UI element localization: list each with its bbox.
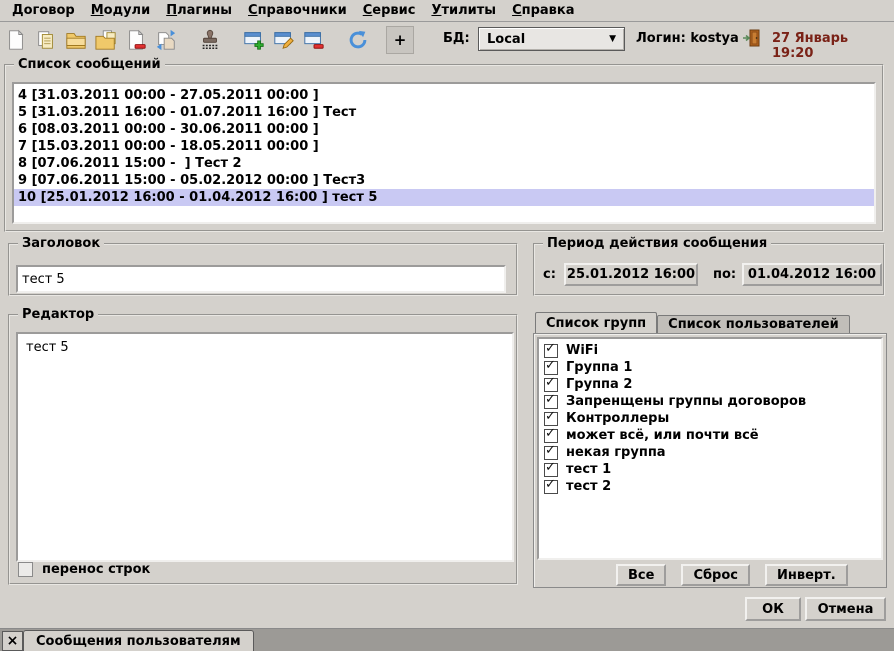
message-list-item[interactable]: 7 [15.03.2011 00:00 - 18.05.2011 00:00 ] [14,138,874,155]
wrap-checkbox[interactable] [18,562,33,577]
panel-button[interactable]: Инверт. [765,564,848,586]
login-label: Логин: kostya [636,31,739,46]
toolbar: + БД: Local ▼ Логин: kostya 27 Январь 19… [0,22,894,55]
message-list-item[interactable]: 6 [08.03.2011 00:00 - 30.06.2011 00:00 ] [14,121,874,138]
remove-window-icon[interactable] [302,28,326,52]
stamp-icon[interactable] [198,28,222,52]
checkbox[interactable] [544,344,558,358]
checkbox[interactable] [544,463,558,477]
menu-bar: Договор Модули Плагины Справочники Серви… [0,0,894,22]
group-list-item[interactable]: некая группа [539,444,881,461]
checkbox[interactable] [544,412,558,426]
checkbox[interactable] [544,480,558,494]
message-list-item[interactable]: 8 [07.06.2011 15:00 - ] Тест 2 [14,155,874,172]
menu-item[interactable]: Справочники [240,2,355,19]
edit-window-icon[interactable] [272,28,296,52]
group-list-item[interactable]: WiFi [539,342,881,359]
checkbox[interactable] [544,429,558,443]
db-selected-value: Local [487,32,525,47]
panel-tab[interactable]: Список групп [535,312,657,333]
groups-users-panel: Список групп Список пользователей WiFi Г… [533,312,887,588]
menu-item[interactable]: Модули [83,2,158,19]
checkbox-label: может всё, или почти всё [566,428,759,443]
db-select[interactable]: Local ▼ [478,27,625,51]
panel-tabs: Список групп Список пользователей [535,312,850,333]
panel-tab[interactable]: Список пользователей [657,315,850,333]
cancel-button[interactable]: Отмена [805,597,886,621]
replace-document-icon[interactable] [154,28,178,52]
checkbox-label: Запренщены группы договоров [566,394,806,409]
editor-textarea[interactable]: тест 5 [16,332,514,562]
chevron-down-icon: ▼ [609,34,616,44]
period-groupbox: Период действия сообщения с: 25.01.2012 … [533,243,885,296]
panel-buttons: Все Сброс Инверт. [616,564,848,586]
checkbox-label: Группа 1 [566,360,632,375]
group-list-item[interactable]: тест 1 [539,461,881,478]
checkbox[interactable] [544,361,558,375]
checkbox-label: тест 2 [566,479,611,494]
message-list-item[interactable]: 10 [25.01.2012 16:00 - 01.04.2012 16:00 … [14,189,874,206]
datetime-label: 27 Январь 19:20 [772,31,894,61]
checkbox[interactable] [544,446,558,460]
menu-item[interactable]: Справка [504,2,582,19]
bottom-tab-messages[interactable]: Сообщения пользователям [23,630,254,651]
messages-group-title: Список сообщений [14,57,165,72]
delete-document-icon[interactable] [124,28,148,52]
group-list-item[interactable]: Группа 2 [539,376,881,393]
bottom-tab-bar: × Сообщения пользователям [0,628,894,651]
header-input[interactable] [16,265,506,293]
group-checkbox-list[interactable]: WiFi Группа 1 Группа 2 Запренщены группы… [537,337,883,560]
period-to-label: по: [713,267,736,282]
open-folder-icon[interactable] [64,28,88,52]
checkbox-label: тест 1 [566,462,611,477]
message-list[interactable]: 4 [31.03.2011 00:00 - 27.05.2011 00:00 ]… [12,82,876,224]
period-from-label: с: [543,267,556,282]
folder-documents-icon[interactable] [94,28,118,52]
door-exit-icon[interactable] [742,28,762,48]
menu-item[interactable]: Сервис [355,2,424,19]
new-document-icon[interactable] [4,28,28,52]
checkbox-label: некая группа [566,445,666,460]
checkbox[interactable] [544,378,558,392]
checkbox[interactable] [544,395,558,409]
messages-groupbox: Список сообщений 4 [31.03.2011 00:00 - 2… [4,64,884,232]
message-list-item[interactable]: 9 [07.06.2011 15:00 - 05.02.2012 00:00 ]… [14,172,874,189]
checkbox-label: Контроллеры [566,411,669,426]
close-tab-button[interactable]: × [2,631,23,651]
period-group-title: Период действия сообщения [543,236,771,251]
menu-item[interactable]: Утилиты [423,2,504,19]
checkbox-label: Группа 2 [566,377,632,392]
add-window-icon[interactable] [242,28,266,52]
message-list-item[interactable]: 5 [31.03.2011 16:00 - 01.07.2011 16:00 ]… [14,104,874,121]
db-label: БД: [443,31,470,46]
group-list-item[interactable]: может всё, или почти всё [539,427,881,444]
period-to-button[interactable]: 01.04.2012 16:00 [742,263,882,286]
checkbox-label: WiFi [566,343,598,358]
copy-document-icon[interactable] [34,28,58,52]
group-list-item[interactable]: Запренщены группы договоров [539,393,881,410]
panel-button[interactable]: Сброс [681,564,750,586]
group-list-item[interactable]: тест 2 [539,478,881,495]
panel-tab-frame: WiFi Группа 1 Группа 2 Запренщены группы… [533,333,887,588]
header-groupbox: Заголовок [8,243,518,296]
header-group-title: Заголовок [18,236,104,251]
wrap-checkbox-label: перенос строк [42,562,150,577]
menu-item[interactable]: Плагины [158,2,240,19]
refresh-icon[interactable] [346,28,370,52]
toolbar-plus-button[interactable]: + [386,26,414,54]
period-from-button[interactable]: 25.01.2012 16:00 [564,263,698,286]
message-list-item[interactable]: 4 [31.03.2011 00:00 - 27.05.2011 00:00 ] [14,87,874,104]
menu-item[interactable]: Договор [4,2,83,19]
panel-button[interactable]: Все [616,564,666,586]
group-list-item[interactable]: Контроллеры [539,410,881,427]
editor-group-title: Редактор [18,307,98,322]
ok-button[interactable]: ОК [745,597,801,621]
editor-groupbox: Редактор тест 5 перенос строк [8,314,518,585]
group-list-item[interactable]: Группа 1 [539,359,881,376]
